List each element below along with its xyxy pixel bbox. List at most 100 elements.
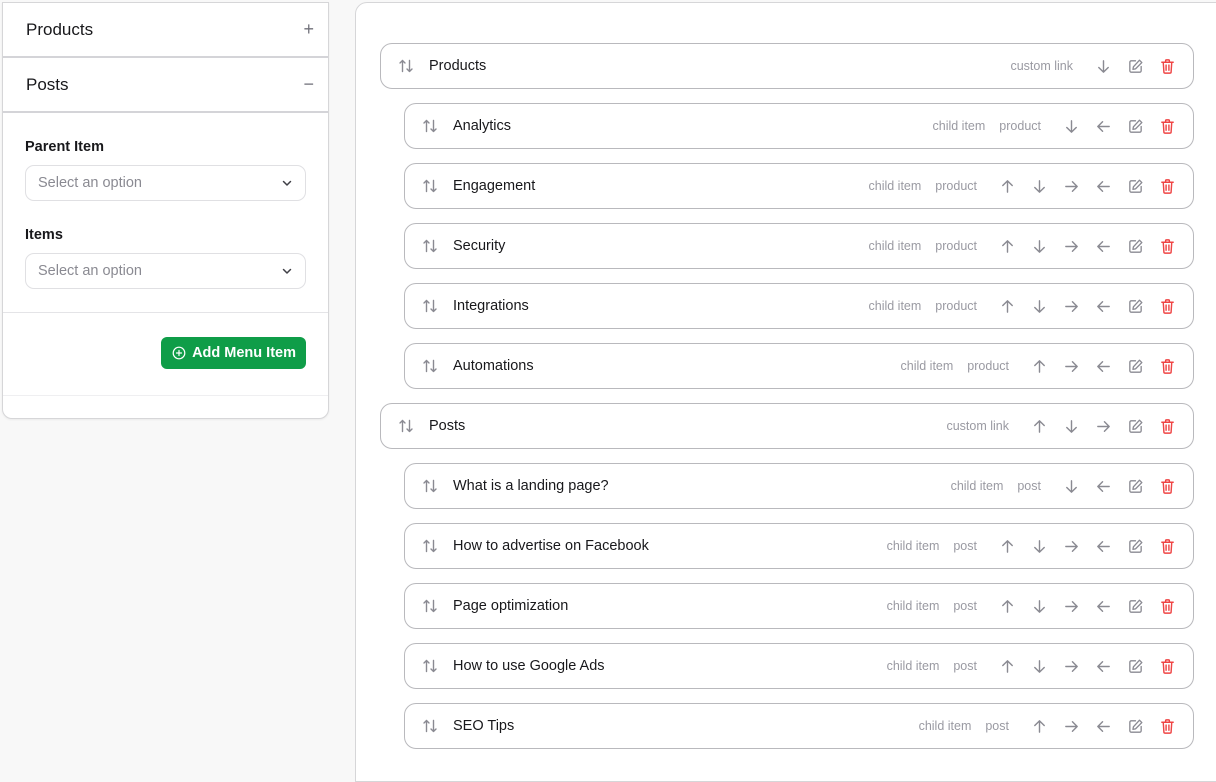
outdent-button[interactable]: [1087, 710, 1119, 742]
edit-button[interactable]: [1119, 470, 1151, 502]
menu-item-child[interactable]: Automations child item product: [404, 343, 1194, 389]
add-menu-item-button[interactable]: Add Menu Item: [161, 337, 306, 369]
delete-button[interactable]: [1151, 230, 1183, 262]
menu-item-child[interactable]: What is a landing page? child item post: [404, 463, 1194, 509]
edit-button[interactable]: [1119, 410, 1151, 442]
edit-button[interactable]: [1119, 110, 1151, 142]
menu-item-parent[interactable]: Posts custom link: [380, 403, 1194, 449]
minus-icon[interactable]: −: [303, 74, 314, 95]
drag-handle-icon[interactable]: [421, 117, 439, 135]
accordion-posts[interactable]: Posts −: [3, 58, 328, 113]
move-down-button[interactable]: [1023, 290, 1055, 322]
edit-icon: [1128, 239, 1142, 253]
move-down-button[interactable]: [1023, 530, 1055, 562]
menu-item-child[interactable]: SEO Tips child item post: [404, 703, 1194, 749]
indent-button[interactable]: [1055, 710, 1087, 742]
drag-handle-icon[interactable]: [421, 537, 439, 555]
menu-item-parent[interactable]: Products custom link: [380, 43, 1194, 89]
plus-icon[interactable]: +: [303, 19, 314, 40]
edit-button[interactable]: [1119, 230, 1151, 262]
indent-button[interactable]: [1087, 410, 1119, 442]
parent-item-select[interactable]: Select an option: [25, 165, 306, 201]
move-down-button[interactable]: [1023, 650, 1055, 682]
drag-handle-icon[interactable]: [421, 477, 439, 495]
move-up-button[interactable]: [1023, 410, 1055, 442]
move-down-button[interactable]: [1023, 170, 1055, 202]
edit-button[interactable]: [1119, 530, 1151, 562]
move-up-button[interactable]: [1023, 710, 1055, 742]
edit-button[interactable]: [1119, 650, 1151, 682]
move-down-button[interactable]: [1055, 110, 1087, 142]
drag-handle-icon[interactable]: [421, 177, 439, 195]
menu-item-child[interactable]: Analytics child item product: [404, 103, 1194, 149]
items-select[interactable]: Select an option: [25, 253, 306, 289]
edit-button[interactable]: [1119, 590, 1151, 622]
menu-item-child[interactable]: Page optimization child item post: [404, 583, 1194, 629]
delete-button[interactable]: [1151, 290, 1183, 322]
outdent-button[interactable]: [1087, 530, 1119, 562]
indent-button[interactable]: [1055, 590, 1087, 622]
indent-button[interactable]: [1055, 290, 1087, 322]
edit-button[interactable]: [1119, 710, 1151, 742]
move-up-button[interactable]: [991, 590, 1023, 622]
move-down-button[interactable]: [1023, 230, 1055, 262]
menu-item-title: Page optimization: [453, 598, 569, 614]
outdent-button[interactable]: [1087, 590, 1119, 622]
move-up-button[interactable]: [1023, 350, 1055, 382]
delete-button[interactable]: [1151, 590, 1183, 622]
menu-item-child[interactable]: How to use Google Ads child item post: [404, 643, 1194, 689]
outdent-button[interactable]: [1087, 350, 1119, 382]
move-up-button[interactable]: [991, 290, 1023, 322]
indent-button[interactable]: [1055, 230, 1087, 262]
edit-button[interactable]: [1119, 170, 1151, 202]
outdent-button[interactable]: [1087, 110, 1119, 142]
outdent-button[interactable]: [1087, 290, 1119, 322]
drag-handle-icon[interactable]: [421, 657, 439, 675]
accordion-products[interactable]: Products +: [3, 3, 328, 58]
menu-item-kind: child item: [868, 239, 922, 253]
arrow-left-icon: [1096, 120, 1110, 132]
delete-button[interactable]: [1151, 650, 1183, 682]
delete-button[interactable]: [1151, 50, 1183, 82]
outdent-button[interactable]: [1087, 230, 1119, 262]
drag-handle-icon[interactable]: [397, 57, 415, 75]
menu-item-child[interactable]: Security child item product: [404, 223, 1194, 269]
drag-handle-icon[interactable]: [421, 237, 439, 255]
delete-button[interactable]: [1151, 410, 1183, 442]
menu-item-child[interactable]: How to advertise on Facebook child item po…: [404, 523, 1194, 569]
accordion-products-title: Products: [26, 19, 94, 39]
edit-button[interactable]: [1119, 50, 1151, 82]
menu-item-child[interactable]: Engagement child item product: [404, 163, 1194, 209]
edit-button[interactable]: [1119, 290, 1151, 322]
move-up-button[interactable]: [991, 230, 1023, 262]
edit-icon: [1128, 599, 1142, 613]
drag-handle-icon[interactable]: [397, 417, 415, 435]
menu-item-type: post: [953, 539, 977, 553]
indent-button[interactable]: [1055, 350, 1087, 382]
move-down-button[interactable]: [1055, 470, 1087, 502]
drag-handle-icon[interactable]: [421, 297, 439, 315]
delete-button[interactable]: [1151, 350, 1183, 382]
indent-button[interactable]: [1055, 170, 1087, 202]
drag-handle-icon[interactable]: [421, 357, 439, 375]
move-down-button[interactable]: [1055, 410, 1087, 442]
delete-button[interactable]: [1151, 530, 1183, 562]
delete-button[interactable]: [1151, 710, 1183, 742]
indent-button[interactable]: [1055, 530, 1087, 562]
move-down-button[interactable]: [1087, 50, 1119, 82]
move-up-button[interactable]: [991, 530, 1023, 562]
indent-button[interactable]: [1055, 650, 1087, 682]
delete-button[interactable]: [1151, 170, 1183, 202]
outdent-button[interactable]: [1087, 650, 1119, 682]
outdent-button[interactable]: [1087, 170, 1119, 202]
edit-button[interactable]: [1119, 350, 1151, 382]
delete-button[interactable]: [1151, 470, 1183, 502]
delete-button[interactable]: [1151, 110, 1183, 142]
move-up-button[interactable]: [991, 170, 1023, 202]
menu-item-child[interactable]: Integrations child item product: [404, 283, 1194, 329]
outdent-button[interactable]: [1087, 470, 1119, 502]
move-down-button[interactable]: [1023, 590, 1055, 622]
drag-handle-icon[interactable]: [421, 717, 439, 735]
move-up-button[interactable]: [991, 650, 1023, 682]
drag-handle-icon[interactable]: [421, 597, 439, 615]
